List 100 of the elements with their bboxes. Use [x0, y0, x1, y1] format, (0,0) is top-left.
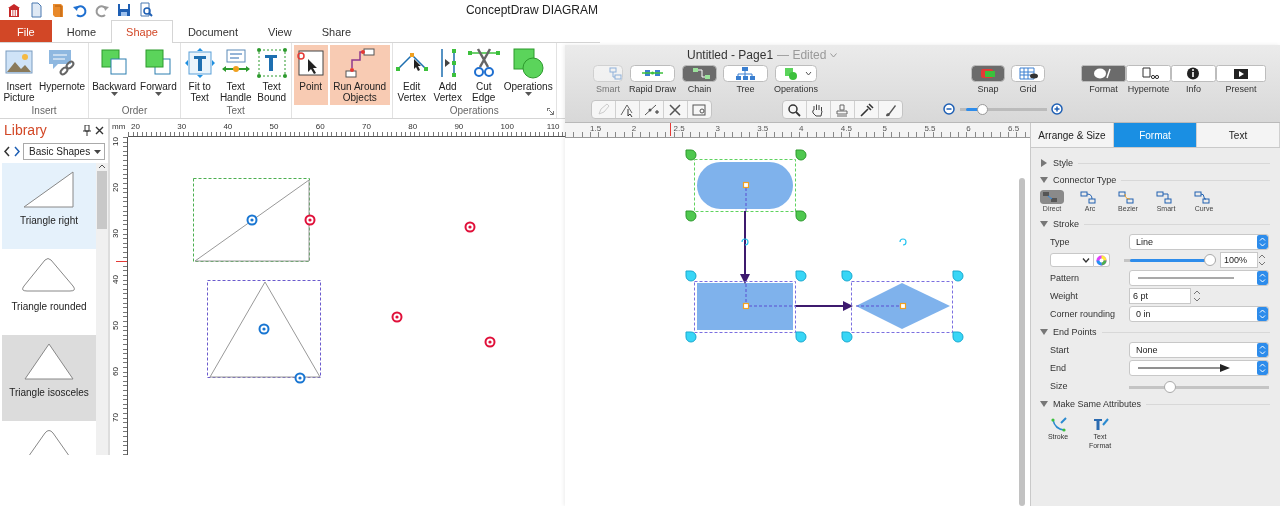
slider-thumb[interactable] — [1163, 381, 1176, 393]
ribbon-tab[interactable]: Shape — [111, 20, 173, 43]
close-icon[interactable] — [95, 125, 104, 135]
toolbar-button[interactable]: Tree — [723, 65, 769, 94]
tree-icon — [723, 65, 769, 82]
ruler-label: 50 — [110, 321, 120, 330]
scrollbar-thumb[interactable] — [1019, 178, 1025, 506]
inspector-tab[interactable]: Hypernote — [1126, 65, 1171, 94]
ribbon-tab[interactable]: Share — [306, 20, 367, 42]
ribbon-tab[interactable]: Document — [172, 20, 254, 42]
ribbon-button[interactable]: Add Vertex — [430, 45, 465, 105]
ribbon-button[interactable]: Text Bound — [254, 45, 289, 105]
disclosure-triangle-icon[interactable] — [1040, 159, 1048, 167]
ribbon-button[interactable]: Operations — [502, 45, 554, 105]
slider-thumb[interactable] — [977, 103, 989, 115]
rotation-handle — [741, 238, 749, 246]
scissors-icon — [467, 47, 500, 79]
toolbar-button[interactable]: Chain — [682, 65, 718, 94]
ribbon-button[interactable]: Cut Edge — [466, 45, 501, 105]
ribbon-tab[interactable]: View — [253, 20, 307, 42]
ribbon-button[interactable]: Hypernote — [38, 45, 87, 105]
disclosure-triangle-icon[interactable] — [1040, 328, 1048, 336]
color-dropdown[interactable] — [1050, 253, 1094, 267]
ribbon-button[interactable]: Text Handle — [218, 45, 253, 105]
scrollbar-track[interactable] — [96, 163, 108, 455]
section-title: End Points — [1053, 327, 1097, 337]
dropdown[interactable] — [1129, 360, 1269, 376]
ruler-label: 30 — [110, 229, 120, 238]
library-item[interactable]: Triangle rounded — [2, 249, 96, 335]
dropdown[interactable]: None — [1129, 342, 1269, 358]
stepper-arrows-icon — [1257, 343, 1268, 357]
control-point — [246, 214, 258, 226]
library-item[interactable]: Triangle isosceles — [2, 335, 96, 421]
ruler-label: 6 — [966, 124, 971, 133]
toolbar-button[interactable]: Operations — [774, 65, 819, 94]
toolbar-toggle[interactable]: Snap — [971, 65, 1005, 94]
smart-connector-icon — [593, 65, 623, 82]
zoom-in-icon[interactable] — [1051, 102, 1064, 116]
chevron-down-icon[interactable] — [830, 52, 838, 58]
ribbon-button[interactable]: Insert Picture — [2, 45, 36, 105]
save-icon[interactable] — [116, 2, 132, 18]
input-field[interactable]: 6 pt — [1129, 288, 1191, 304]
control-point — [304, 214, 316, 226]
control-point — [294, 372, 306, 384]
app-logo-icon[interactable] — [6, 2, 22, 18]
panel-tab[interactable]: Arrange & Size — [1031, 123, 1114, 147]
stepper-icon[interactable] — [1193, 289, 1201, 303]
ribbon-tab[interactable]: Home — [51, 20, 112, 42]
stepper-icon[interactable] — [1258, 253, 1266, 267]
document-status: — Edited — [777, 48, 827, 62]
ruler-label: 10 — [110, 137, 120, 146]
section-title: Stroke — [1053, 219, 1079, 229]
dropdown[interactable]: Line — [1129, 234, 1269, 250]
zoom-out-icon[interactable] — [943, 102, 956, 116]
dialog-launcher-icon[interactable] — [546, 108, 554, 115]
redo-icon[interactable] — [94, 2, 110, 18]
resize-handle — [952, 270, 964, 282]
ribbon-button[interactable]: Point — [293, 45, 328, 105]
toolbar-button[interactable]: Rapid Draw — [629, 65, 677, 94]
disclosure-triangle-icon[interactable] — [1040, 220, 1048, 228]
scrollbar-thumb[interactable] — [97, 171, 107, 229]
dropdown[interactable]: 0 in — [1129, 306, 1269, 322]
section-title: Make Same Attributes — [1053, 399, 1142, 409]
field-label: Type — [1050, 237, 1071, 247]
ribbon-button[interactable]: Backward — [91, 45, 138, 105]
ruler-label: 5.5 — [924, 124, 936, 133]
file-menu-button[interactable]: File — [0, 20, 52, 42]
print-preview-icon[interactable] — [138, 2, 154, 18]
ribbon-button[interactable]: Forward — [139, 45, 178, 105]
ribbon-button[interactable]: Fit to Text — [182, 45, 217, 105]
color-picker-button[interactable] — [1094, 253, 1110, 267]
pin-icon[interactable] — [83, 124, 91, 136]
inspector-tab[interactable]: Present — [1216, 65, 1266, 94]
book-icon[interactable] — [50, 2, 66, 18]
library-item[interactable]: Triangle right — [2, 163, 96, 249]
scroll-up-icon[interactable] — [98, 163, 106, 169]
undo-icon[interactable] — [72, 2, 88, 18]
slider-thumb[interactable] — [1204, 254, 1216, 266]
chevron-left-icon[interactable] — [3, 146, 11, 157]
ribbon-button[interactable]: Edit Vertex — [394, 45, 429, 105]
group-label: Order — [120, 105, 149, 118]
input-field[interactable]: 100% — [1220, 252, 1258, 268]
ruler-label: 4 — [799, 124, 804, 133]
ruler-label: 50 — [269, 122, 279, 131]
disclosure-triangle-icon[interactable] — [1040, 176, 1048, 184]
library-dropdown[interactable]: Basic Shapes — [23, 143, 105, 160]
ruler-label: 20 — [131, 122, 140, 131]
ribbon-button[interactable]: Run Around Objects — [329, 45, 390, 105]
new-document-icon[interactable] — [28, 2, 44, 18]
stepper-arrows-icon — [1257, 361, 1268, 375]
dropdown[interactable] — [1129, 270, 1269, 286]
chevron-right-icon[interactable] — [13, 146, 21, 157]
disclosure-triangle-icon[interactable] — [1040, 400, 1048, 408]
stepper-arrows-icon — [1257, 271, 1268, 285]
inspector-tab[interactable]: Format — [1081, 65, 1126, 94]
panel-tab[interactable]: Text — [1197, 123, 1280, 147]
toolbar-toggle[interactable]: Grid — [1011, 65, 1045, 94]
stepper-arrows-icon — [1257, 307, 1268, 321]
ruler-label: 3.5 — [757, 124, 769, 133]
inspector-tab[interactable]: Info — [1171, 65, 1216, 94]
